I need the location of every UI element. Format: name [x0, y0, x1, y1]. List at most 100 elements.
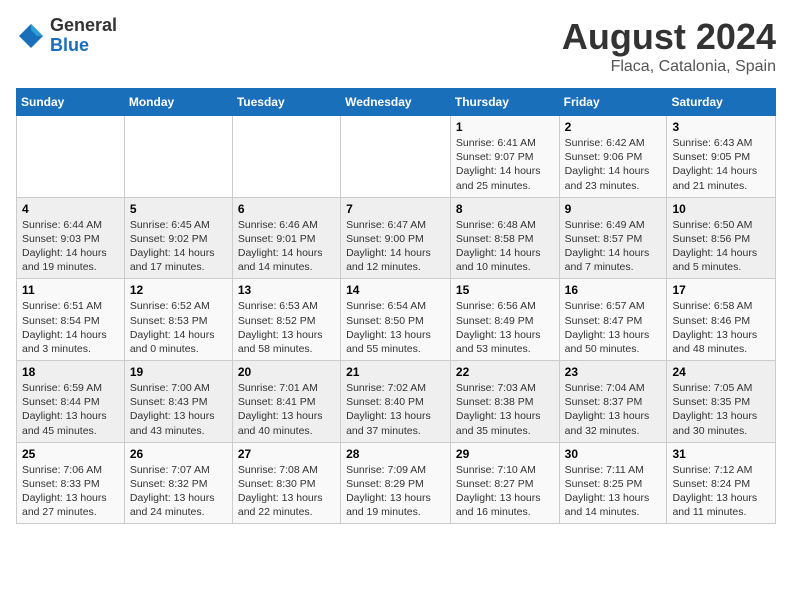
calendar-cell: 24Sunrise: 7:05 AM Sunset: 8:35 PM Dayli… [667, 361, 776, 443]
calendar-cell: 1 Sunrise: 6:41 AM Sunset: 9:07 PM Daylig… [450, 116, 559, 198]
calendar-cell: 31Sunrise: 7:12 AM Sunset: 8:24 PM Dayli… [667, 442, 776, 524]
day-info: Sunrise: 7:05 AM Sunset: 8:35 PM Dayligh… [672, 381, 770, 438]
calendar-week-1: 1 Sunrise: 6:41 AM Sunset: 9:07 PM Daylig… [17, 116, 776, 198]
day-number: 17 [672, 283, 770, 297]
day-info: Sunrise: 7:03 AM Sunset: 8:38 PM Dayligh… [456, 381, 554, 438]
calendar-cell: 29 Sunrise: 7:10 AM Sunset: 8:27 PM Dayli… [450, 442, 559, 524]
day-number: 20 [238, 365, 335, 379]
day-info: Sunrise: 6:46 AM Sunset: 9:01 PM Dayligh… [238, 218, 335, 275]
calendar-cell: 13Sunrise: 6:53 AM Sunset: 8:52 PM Dayli… [232, 279, 340, 361]
page-header: General Blue August 2024 Flaca, Cataloni… [16, 16, 776, 76]
calendar-cell: 14 Sunrise: 6:54 AM Sunset: 8:50 PM Dayli… [341, 279, 451, 361]
day-number: 14 [346, 283, 445, 297]
day-number: 10 [672, 202, 770, 216]
day-number: 23 [565, 365, 662, 379]
day-number: 26 [130, 447, 227, 461]
weekday-header-wednesday: Wednesday [341, 89, 451, 116]
title-block: August 2024 Flaca, Catalonia, Spain [562, 16, 776, 76]
calendar-cell: 6 Sunrise: 6:46 AM Sunset: 9:01 PM Daylig… [232, 197, 340, 279]
weekday-header-tuesday: Tuesday [232, 89, 340, 116]
logo-general: General [50, 16, 117, 36]
day-number: 11 [22, 283, 119, 297]
day-info: Sunrise: 6:43 AM Sunset: 9:05 PM Dayligh… [672, 136, 770, 193]
day-info: Sunrise: 6:44 AM Sunset: 9:03 PM Dayligh… [22, 218, 119, 275]
calendar-cell [17, 116, 125, 198]
calendar-body: 1 Sunrise: 6:41 AM Sunset: 9:07 PM Daylig… [17, 116, 776, 524]
day-info: Sunrise: 6:47 AM Sunset: 9:00 PM Dayligh… [346, 218, 445, 275]
calendar-cell: 26 Sunrise: 7:07 AM Sunset: 8:32 PM Dayli… [124, 442, 232, 524]
logo: General Blue [16, 16, 117, 56]
day-info: Sunrise: 6:42 AM Sunset: 9:06 PM Dayligh… [565, 136, 662, 193]
calendar-cell: 9 Sunrise: 6:49 AM Sunset: 8:57 PM Daylig… [559, 197, 667, 279]
day-number: 30 [565, 447, 662, 461]
calendar-cell [341, 116, 451, 198]
calendar-cell: 25Sunrise: 7:06 AM Sunset: 8:33 PM Dayli… [17, 442, 125, 524]
day-number: 21 [346, 365, 445, 379]
calendar-cell: 8 Sunrise: 6:48 AM Sunset: 8:58 PM Daylig… [450, 197, 559, 279]
calendar-cell: 5Sunrise: 6:45 AM Sunset: 9:02 PM Daylig… [124, 197, 232, 279]
calendar-cell: 27Sunrise: 7:08 AM Sunset: 8:30 PM Dayli… [232, 442, 340, 524]
calendar-week-5: 25Sunrise: 7:06 AM Sunset: 8:33 PM Dayli… [17, 442, 776, 524]
weekday-header-thursday: Thursday [450, 89, 559, 116]
day-number: 16 [565, 283, 662, 297]
calendar-cell: 20 Sunrise: 7:01 AM Sunset: 8:41 PM Dayli… [232, 361, 340, 443]
weekday-header-friday: Friday [559, 89, 667, 116]
day-info: Sunrise: 6:56 AM Sunset: 8:49 PM Dayligh… [456, 299, 554, 356]
day-number: 12 [130, 283, 227, 297]
day-number: 6 [238, 202, 335, 216]
calendar-cell: 18Sunrise: 6:59 AM Sunset: 8:44 PM Dayli… [17, 361, 125, 443]
day-number: 5 [130, 202, 227, 216]
calendar-cell: 10 Sunrise: 6:50 AM Sunset: 8:56 PM Dayli… [667, 197, 776, 279]
weekday-header-sunday: Sunday [17, 89, 125, 116]
calendar-cell: 7 Sunrise: 6:47 AM Sunset: 9:00 PM Daylig… [341, 197, 451, 279]
day-info: Sunrise: 6:48 AM Sunset: 8:58 PM Dayligh… [456, 218, 554, 275]
day-info: Sunrise: 6:41 AM Sunset: 9:07 PM Dayligh… [456, 136, 554, 193]
month-title: August 2024 [562, 16, 776, 58]
calendar-cell: 28 Sunrise: 7:09 AM Sunset: 8:29 PM Dayli… [341, 442, 451, 524]
weekday-header-row: SundayMondayTuesdayWednesdayThursdayFrid… [17, 89, 776, 116]
day-number: 22 [456, 365, 554, 379]
location: Flaca, Catalonia, Spain [562, 58, 776, 76]
calendar-cell: 4Sunrise: 6:44 AM Sunset: 9:03 PM Daylig… [17, 197, 125, 279]
calendar-cell: 2 Sunrise: 6:42 AM Sunset: 9:06 PM Daylig… [559, 116, 667, 198]
day-info: Sunrise: 6:52 AM Sunset: 8:53 PM Dayligh… [130, 299, 227, 356]
day-number: 2 [565, 120, 662, 134]
day-info: Sunrise: 7:11 AM Sunset: 8:25 PM Dayligh… [565, 463, 662, 520]
calendar-cell: 15 Sunrise: 6:56 AM Sunset: 8:49 PM Dayli… [450, 279, 559, 361]
calendar-cell: 22 Sunrise: 7:03 AM Sunset: 8:38 PM Dayli… [450, 361, 559, 443]
day-number: 29 [456, 447, 554, 461]
day-number: 15 [456, 283, 554, 297]
day-number: 31 [672, 447, 770, 461]
day-info: Sunrise: 6:57 AM Sunset: 8:47 PM Dayligh… [565, 299, 662, 356]
day-number: 1 [456, 120, 554, 134]
day-info: Sunrise: 6:50 AM Sunset: 8:56 PM Dayligh… [672, 218, 770, 275]
day-info: Sunrise: 7:07 AM Sunset: 8:32 PM Dayligh… [130, 463, 227, 520]
day-info: Sunrise: 6:54 AM Sunset: 8:50 PM Dayligh… [346, 299, 445, 356]
day-info: Sunrise: 6:49 AM Sunset: 8:57 PM Dayligh… [565, 218, 662, 275]
day-number: 8 [456, 202, 554, 216]
calendar-cell: 3Sunrise: 6:43 AM Sunset: 9:05 PM Daylig… [667, 116, 776, 198]
day-number: 28 [346, 447, 445, 461]
day-number: 19 [130, 365, 227, 379]
calendar-week-2: 4Sunrise: 6:44 AM Sunset: 9:03 PM Daylig… [17, 197, 776, 279]
day-info: Sunrise: 6:53 AM Sunset: 8:52 PM Dayligh… [238, 299, 335, 356]
day-info: Sunrise: 7:09 AM Sunset: 8:29 PM Dayligh… [346, 463, 445, 520]
day-info: Sunrise: 6:58 AM Sunset: 8:46 PM Dayligh… [672, 299, 770, 356]
day-info: Sunrise: 7:10 AM Sunset: 8:27 PM Dayligh… [456, 463, 554, 520]
logo-icon [16, 21, 46, 51]
calendar-cell: 16 Sunrise: 6:57 AM Sunset: 8:47 PM Dayli… [559, 279, 667, 361]
weekday-header-saturday: Saturday [667, 89, 776, 116]
calendar-week-4: 18Sunrise: 6:59 AM Sunset: 8:44 PM Dayli… [17, 361, 776, 443]
day-number: 25 [22, 447, 119, 461]
calendar-cell: 23Sunrise: 7:04 AM Sunset: 8:37 PM Dayli… [559, 361, 667, 443]
day-info: Sunrise: 7:01 AM Sunset: 8:41 PM Dayligh… [238, 381, 335, 438]
day-info: Sunrise: 7:02 AM Sunset: 8:40 PM Dayligh… [346, 381, 445, 438]
calendar-cell: 11Sunrise: 6:51 AM Sunset: 8:54 PM Dayli… [17, 279, 125, 361]
calendar-week-3: 11Sunrise: 6:51 AM Sunset: 8:54 PM Dayli… [17, 279, 776, 361]
calendar-cell [124, 116, 232, 198]
calendar-cell: 12 Sunrise: 6:52 AM Sunset: 8:53 PM Dayli… [124, 279, 232, 361]
calendar-cell: 17 Sunrise: 6:58 AM Sunset: 8:46 PM Dayli… [667, 279, 776, 361]
logo-text: General Blue [50, 16, 117, 56]
day-number: 7 [346, 202, 445, 216]
day-number: 9 [565, 202, 662, 216]
